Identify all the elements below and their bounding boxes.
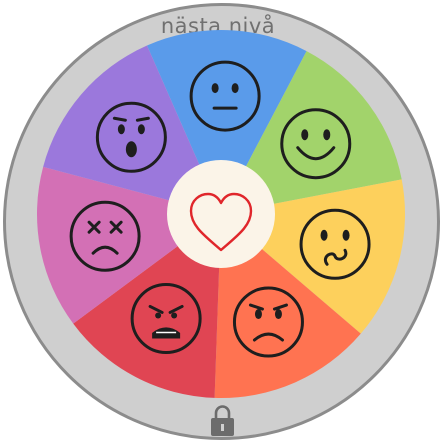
center-disc[interactable] bbox=[167, 160, 275, 268]
emotion-wheel: nästa nivå bbox=[3, 3, 440, 440]
